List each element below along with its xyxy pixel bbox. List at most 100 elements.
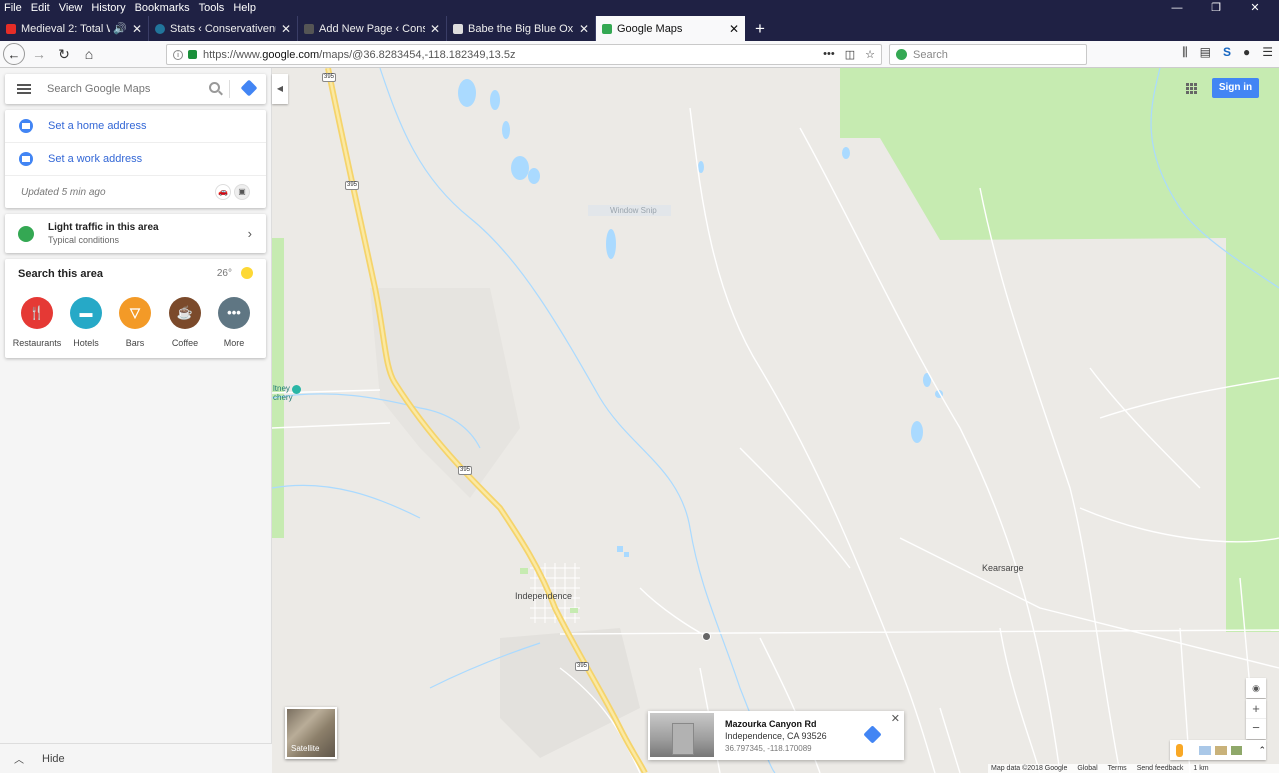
collapse-panel-button[interactable]: ◀	[272, 74, 288, 104]
satellite-thumbnail-icon[interactable]	[1230, 745, 1243, 755]
place-label-kearsarge[interactable]: Kearsarge	[982, 563, 1024, 573]
back-arrow-icon[interactable]: ←	[3, 43, 25, 65]
pegman-icon[interactable]	[1176, 743, 1183, 757]
category-hotels[interactable]: ▬ Hotels	[61, 297, 111, 348]
tab-close-icon[interactable]: ✕	[729, 22, 739, 36]
chevron-right-icon[interactable]: ›	[248, 226, 252, 241]
terms-link[interactable]: Terms	[1108, 764, 1127, 773]
route-395-shield: 395	[575, 662, 589, 671]
set-work-address[interactable]: Set a work address	[5, 143, 266, 176]
place-label-independence[interactable]: Independence	[515, 591, 572, 601]
street-view-thumbnail[interactable]	[650, 713, 714, 757]
navigation-toolbar: ← → ↻ ⌂ i https://www. google.com/maps/@3…	[0, 41, 1279, 68]
caret-left-icon: ◀	[276, 84, 284, 93]
category-label: More	[223, 338, 245, 348]
route-395-shield: 395	[458, 466, 472, 475]
browser-search-box[interactable]: Search	[889, 44, 1087, 65]
pocket-icon[interactable]: ◫	[845, 48, 855, 61]
car-icon[interactable]: 🚗	[215, 184, 231, 200]
tab-close-icon[interactable]: ✕	[430, 22, 440, 36]
tab-add-new-page[interactable]: Add New Page ‹ Conservativen ✕	[298, 16, 447, 41]
extension-icon[interactable]: ●	[1243, 45, 1250, 60]
menu-icon[interactable]	[17, 84, 31, 94]
menu-view[interactable]: View	[59, 2, 83, 14]
hide-label: Hide	[42, 752, 65, 765]
category-label: Hotels	[73, 338, 99, 348]
search-icon[interactable]	[209, 82, 220, 93]
place-label-window-snip: Window Snip	[588, 205, 671, 216]
scale-label: 1 km	[1193, 765, 1209, 772]
reload-icon[interactable]: ↻	[53, 43, 75, 65]
library-icon[interactable]: ⫼	[1182, 45, 1188, 60]
dropped-pin-icon[interactable]	[702, 632, 711, 641]
menu-file[interactable]: File	[4, 2, 22, 14]
category-more[interactable]: ••• More	[209, 297, 259, 348]
page-actions-icon[interactable]: •••	[823, 48, 835, 61]
tab-close-icon[interactable]: ✕	[281, 22, 291, 36]
map-thumbnail-icon[interactable]	[1198, 745, 1211, 755]
my-location-button[interactable]: ◉	[1246, 678, 1266, 698]
bookmark-star-icon[interactable]: ☆	[865, 48, 875, 61]
tab-close-icon[interactable]: ✕	[132, 22, 142, 36]
home-icon[interactable]: ⌂	[78, 43, 100, 65]
zoom-out-button[interactable]: −	[1246, 719, 1266, 739]
expand-icon[interactable]: ⌃	[1258, 745, 1266, 756]
global-link[interactable]: Global	[1077, 764, 1097, 773]
updated-row: Updated 5 min ago 🚗 ▣	[5, 176, 266, 208]
sign-in-button[interactable]: Sign in	[1212, 78, 1259, 98]
category-restaurants[interactable]: 🍴 Restaurants	[12, 297, 62, 348]
satellite-toggle[interactable]: Satellite	[285, 707, 337, 759]
place-label-hatchery-1[interactable]: ltney	[273, 384, 290, 393]
directions-icon[interactable]	[863, 725, 882, 744]
category-label: Coffee	[171, 338, 199, 348]
restore-icon[interactable]: ❐	[1201, 0, 1231, 16]
menu-help[interactable]: Help	[233, 2, 256, 14]
zoom-in-button[interactable]: +	[1246, 699, 1266, 719]
speaker-icon[interactable]: 🔊	[113, 22, 127, 35]
category-coffee[interactable]: ☕ Coffee	[160, 297, 210, 348]
close-window-icon[interactable]: ✕	[1240, 0, 1270, 16]
new-tab-icon[interactable]: +	[745, 16, 775, 41]
terrain-thumbnail-icon[interactable]	[1214, 745, 1227, 755]
document-icon	[453, 23, 463, 34]
browser-search-placeholder: Search	[913, 48, 948, 61]
close-icon[interactable]: ✕	[891, 712, 900, 725]
category-bars[interactable]: ▽ Bars	[110, 297, 160, 348]
apps-grid-icon[interactable]	[1186, 83, 1197, 94]
tab-babe-ox[interactable]: Babe the Big Blue Ox - JimboAr ✕	[447, 16, 596, 41]
home-icon	[19, 119, 33, 133]
menu-edit[interactable]: Edit	[31, 2, 50, 14]
tab-google-maps[interactable]: Google Maps ✕	[596, 16, 745, 41]
hatchery-pin-icon[interactable]	[292, 385, 301, 394]
side-panel: Set a home address Set a work address Up…	[0, 68, 272, 773]
maps-search-input[interactable]	[47, 83, 197, 95]
menu-tools[interactable]: Tools	[199, 2, 225, 14]
place-label-hatchery-2[interactable]: chery	[273, 393, 293, 402]
maps-search-box	[5, 74, 266, 104]
send-feedback-link[interactable]: Send feedback	[1137, 764, 1184, 773]
url-bar[interactable]: i https://www. google.com/maps/@36.828345…	[166, 44, 882, 65]
traffic-card[interactable]: Light traffic in this area Typical condi…	[5, 214, 266, 253]
directions-icon[interactable]	[240, 79, 258, 97]
tab-title: Babe the Big Blue Ox - JimboAr	[468, 22, 574, 35]
tab-stats[interactable]: Stats ‹ Conservativenuke's Web ✕	[149, 16, 298, 41]
hide-panel-bar[interactable]: ︿ Hide	[0, 743, 272, 773]
tab-title: Google Maps	[617, 22, 683, 35]
transit-icon[interactable]: ▣	[234, 184, 250, 200]
menu-history[interactable]: History	[91, 2, 125, 14]
s-extension-icon[interactable]: S	[1223, 45, 1231, 60]
tab-medieval[interactable]: Medieval 2: Total War + Kin 🔊 ✕	[0, 16, 149, 41]
set-home-address[interactable]: Set a home address	[5, 110, 266, 143]
hamburger-menu-icon[interactable]: ☰	[1262, 45, 1273, 60]
info-icon[interactable]: i	[173, 49, 183, 60]
tab-close-icon[interactable]: ✕	[579, 22, 589, 36]
map-footer: Map data ©2018 Google Global Terms Send …	[988, 764, 1279, 773]
sidebar-icon[interactable]: ▤	[1200, 45, 1211, 60]
bed-icon: ▬	[70, 297, 102, 329]
menu-bookmarks[interactable]: Bookmarks	[135, 2, 190, 14]
minimize-icon[interactable]: —	[1162, 0, 1192, 16]
location-info-card[interactable]: Mazourka Canyon Rd Independence, CA 9352…	[648, 711, 904, 760]
chevron-up-icon: ︿	[14, 755, 24, 766]
tab-title: Medieval 2: Total War + Kin	[21, 22, 110, 35]
forward-arrow-icon[interactable]: →	[28, 43, 50, 65]
